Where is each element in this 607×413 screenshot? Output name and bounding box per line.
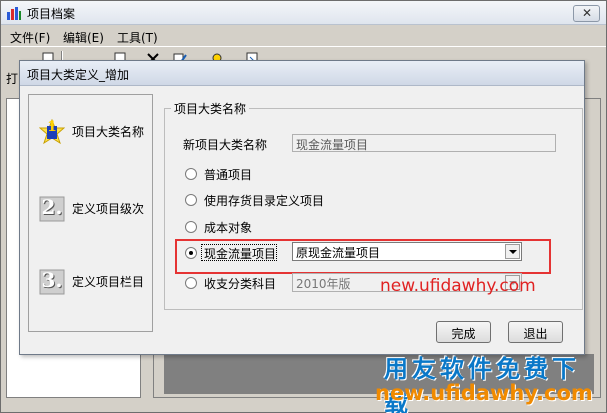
cashflow-combo[interactable]: 原现金流量项目	[292, 242, 522, 261]
window-title: 项目档案	[27, 7, 76, 21]
menubar: 文件(F) 编辑(E) 工具(T)	[1, 26, 606, 46]
radio-inventory-project[interactable]	[185, 194, 197, 206]
budget-combo-value: 2010年版	[296, 277, 351, 291]
menu-edit[interactable]: 编辑(E)	[63, 29, 104, 46]
new-name-label: 新项目大类名称	[183, 138, 268, 152]
group-title: 项目大类名称	[171, 100, 250, 117]
radio-normal-project[interactable]	[185, 168, 197, 180]
step-3-label: 定义项目栏目	[72, 275, 145, 289]
window-close-button[interactable]: ✕	[573, 5, 600, 22]
wizard-steps-panel: 1 项目大类名称 2. 定义项目级次 3. 定义项目栏目	[28, 94, 153, 332]
radio-budget-category[interactable]	[185, 277, 197, 289]
menu-file[interactable]: 文件(F)	[10, 29, 50, 46]
option-inventory-label[interactable]: 使用存货目录定义项目	[204, 192, 324, 209]
cashflow-combo-value: 原现金流量项目	[296, 246, 381, 260]
step-3-number: 3.	[41, 268, 63, 292]
watermark-url-orange: new.ufidawhy.com	[375, 381, 593, 405]
print-label[interactable]: 打	[6, 70, 18, 87]
chevron-down-icon[interactable]	[505, 244, 520, 259]
option-budget-label[interactable]: 收支分类科目	[204, 275, 276, 292]
step-1-label: 项目大类名称	[72, 125, 145, 139]
exit-button[interactable]: 退出	[508, 321, 563, 343]
step-2: 2. 定义项目级次	[29, 190, 152, 230]
step-1-number: 1	[47, 119, 57, 135]
step-2-label: 定义项目级次	[72, 202, 145, 216]
step-1: 1 项目大类名称	[29, 113, 152, 153]
radio-cashflow-project[interactable]	[185, 247, 197, 259]
close-icon: ✕	[582, 6, 593, 20]
menu-tools[interactable]: 工具(T)	[117, 29, 158, 46]
window-titlebar: 项目档案 ✕	[1, 1, 606, 25]
option-cashflow-label[interactable]: 现金流量项目	[204, 245, 276, 262]
dialog-title: 项目大类定义_增加	[27, 68, 130, 82]
option-cost-object-label[interactable]: 成本对象	[204, 219, 252, 236]
dialog-titlebar: 项目大类定义_增加	[20, 61, 584, 86]
option-normal-label[interactable]: 普通项目	[204, 166, 252, 183]
new-name-input[interactable]: 现金流量项目	[292, 134, 556, 152]
step-2-number: 2.	[41, 195, 63, 219]
finish-button[interactable]: 完成	[436, 321, 491, 343]
app-icon	[7, 7, 21, 20]
radio-cost-object[interactable]	[185, 221, 197, 233]
step-3: 3. 定义项目栏目	[29, 263, 152, 303]
project-category-define-dialog: 项目大类定义_增加 1 项目大类名称 2. 定义项目级次 3. 定义项目栏目 项	[19, 60, 585, 355]
watermark-url-red: new.ufidawhy.com	[380, 276, 536, 296]
